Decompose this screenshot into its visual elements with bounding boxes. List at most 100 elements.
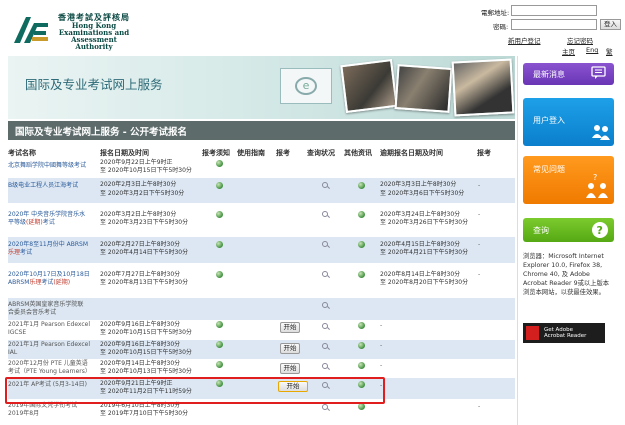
user-login-tile[interactable]: 用户登入	[523, 98, 614, 146]
exam-name[interactable]: 2021年1月 Pearson Edexcel	[8, 321, 90, 329]
globe-icon[interactable]	[216, 271, 223, 278]
message-icon	[591, 66, 606, 79]
globe-icon[interactable]	[216, 211, 223, 218]
news-label: 最新消息	[533, 70, 565, 79]
exam-name[interactable]: 考试	[20, 249, 32, 256]
col-header: 查询状况	[307, 149, 335, 157]
globe-icon[interactable]	[358, 342, 365, 349]
table-row: 2021年1月 Pearson Edexcel IAL 2020年9月16日上午…	[8, 340, 515, 359]
reg-date: 2020年3月2日上午8时30分	[100, 211, 177, 218]
globe-icon[interactable]	[358, 241, 365, 248]
exam-name-status: 乐理	[29, 279, 42, 286]
globe-icon[interactable]	[358, 403, 365, 410]
search-icon[interactable]	[322, 241, 328, 247]
news-tile[interactable]: 最新消息	[523, 63, 614, 85]
password-input[interactable]	[511, 19, 597, 30]
reg-date: 至 2020年3月23日下午5时30分	[100, 219, 189, 226]
late-date: 至 2020年4月21日下午5时30分	[380, 249, 469, 256]
late-flag: -	[478, 182, 481, 189]
exam-name[interactable]: 2020年 中央音乐学院音乐水	[8, 211, 85, 219]
globe-icon[interactable]	[358, 271, 365, 278]
exam-name[interactable]: IGCSE	[8, 329, 26, 337]
exam-name[interactable]: 2021年1月 Pearson Edexcel	[8, 341, 90, 349]
reg-date: 2020年2月3日上午8时30分	[100, 181, 177, 188]
table-row: 2019年国际文凭学衔考试 2019年8月 2019年6月10日上午8时30分 …	[8, 401, 515, 421]
start-button[interactable]: 开始	[280, 343, 300, 354]
late-date: 2020年3月24日上午8时30分	[380, 211, 461, 218]
exam-name[interactable]: IAL	[8, 349, 17, 357]
register-link[interactable]: 新用户登记	[508, 37, 541, 45]
forgot-password-link[interactable]: 忘记密码	[567, 37, 593, 45]
faq-tile[interactable]: 常见问题 ?	[523, 156, 614, 204]
col-header: 报考须知	[202, 149, 230, 157]
svg-text:?: ?	[593, 173, 597, 182]
globe-icon[interactable]	[358, 211, 365, 218]
exam-name[interactable]: 平等级	[8, 219, 26, 226]
e-logo-icon: e	[280, 68, 332, 104]
search-icon[interactable]	[322, 404, 328, 410]
exam-name[interactable]: 考试	[43, 219, 55, 226]
start-button[interactable]: 开始	[280, 363, 300, 374]
home-link[interactable]: 主页	[562, 48, 575, 56]
reg-date: 2020年9月14日上午8时30分	[100, 360, 181, 367]
login-button[interactable]: 登入	[600, 19, 621, 30]
late-date: 2020年8月14日上午8时30分	[380, 271, 461, 278]
reg-date: 至 2019年7月10日下午5时30分	[100, 410, 189, 417]
english-link[interactable]: Eng	[586, 46, 598, 54]
search-icon[interactable]	[322, 211, 328, 217]
exam-name[interactable]: ABRSM英国皇家音乐学院联	[8, 301, 83, 309]
globe-icon[interactable]	[216, 182, 223, 189]
late-flag: -	[380, 322, 383, 329]
col-header: 报考	[477, 149, 491, 157]
globe-icon[interactable]	[358, 362, 365, 369]
search-icon[interactable]	[322, 343, 328, 349]
reg-date: 至 2020年10月15日下午5时30分	[100, 329, 192, 336]
highlight-box	[5, 377, 385, 404]
exam-name[interactable]: 合委员会音乐考试	[8, 309, 56, 317]
reg-date: 2020年9月22日上午9时正	[100, 159, 173, 166]
traditional-chinese-link[interactable]: 繁	[606, 48, 613, 56]
exam-name-status: 乐理	[8, 249, 21, 256]
late-flag: -	[478, 241, 481, 248]
exam-photo	[451, 58, 515, 117]
reg-date: 至 2020年4月14日下午5时30分	[100, 249, 189, 256]
exam-name[interactable]: 2019年8月	[8, 410, 39, 418]
col-header: 报考	[276, 149, 290, 157]
table-row: ABRSM英国皇家音乐学院联 合委员会音乐考试	[8, 298, 515, 320]
search-icon[interactable]	[322, 182, 328, 188]
question-icon: ?	[592, 222, 608, 238]
start-button[interactable]: 开始	[280, 322, 300, 333]
search-icon[interactable]	[322, 363, 328, 369]
exam-name[interactable]: 北京舞蹈学院中國舞等级考试	[8, 162, 86, 170]
globe-icon[interactable]	[216, 361, 223, 368]
globe-icon[interactable]	[358, 182, 365, 189]
adobe-reader-badge[interactable]: Get Adobe Acrobat Reader	[523, 323, 605, 343]
reg-date: 2020年2月27日上午8时30分	[100, 241, 181, 248]
enquiry-tile[interactable]: 查询 ?	[523, 218, 614, 242]
exam-name[interactable]: B级电业工程人员江海考试	[8, 182, 78, 190]
reg-date: 2020年9月16日上午8时30分	[100, 341, 181, 348]
globe-icon[interactable]	[216, 341, 223, 348]
globe-icon[interactable]	[358, 322, 365, 329]
table-row: 2020年 中央音乐学院音乐水 平等级(延期)考试 2020年3月2日上午8时3…	[8, 207, 515, 233]
globe-icon[interactable]	[216, 160, 223, 167]
late-date: 2020年4月15日上午8时30分	[380, 241, 461, 248]
exam-name[interactable]: 2020年8至11月份中 ABRSM	[8, 241, 88, 249]
search-icon[interactable]	[322, 323, 328, 329]
users-icon	[592, 125, 610, 140]
table-row: 2020年12月份 PTE 儿童英语 考试（PTE Young Learners…	[8, 360, 515, 377]
exam-name[interactable]: 考试	[41, 279, 53, 286]
email-input[interactable]	[511, 5, 597, 16]
globe-icon[interactable]	[216, 241, 223, 248]
exam-name[interactable]: 考试（PTE Young Learners）	[8, 368, 91, 376]
exam-name[interactable]: 2020年12月份 PTE 儿童英语	[8, 360, 88, 368]
faq-label: 常见问题	[533, 165, 565, 174]
globe-icon[interactable]	[216, 321, 223, 328]
search-icon[interactable]	[322, 271, 328, 277]
logo-text: 香港考試及評核局 Hong Kong Examinations and Asse…	[54, 14, 134, 51]
table-row: 2020年10月17日及10月18日 ABRSM乐理考试(延期) 2020年7月…	[8, 267, 515, 294]
search-icon[interactable]	[322, 302, 328, 308]
exam-name[interactable]: 2020年10月17日及10月18日	[8, 271, 90, 279]
exam-name-status: (延期)	[53, 279, 71, 286]
exam-name[interactable]: ABRSM	[8, 279, 29, 286]
